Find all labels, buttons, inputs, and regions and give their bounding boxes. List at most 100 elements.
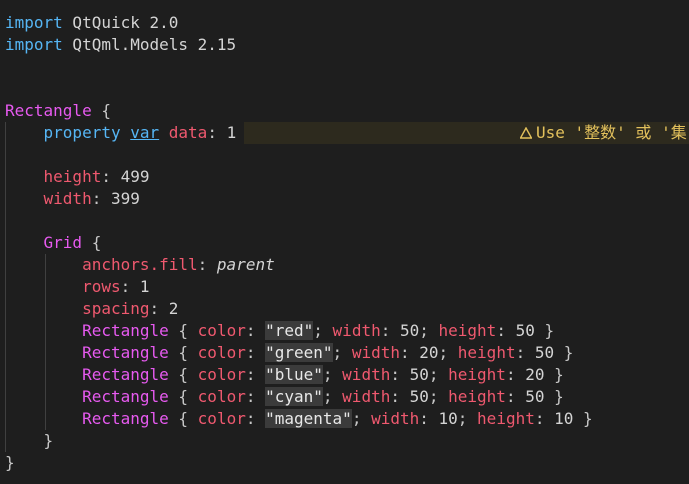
token: "magenta" <box>265 409 352 428</box>
token: : <box>380 321 400 340</box>
code-line[interactable]: Rectangle { color: "blue"; width: 50; he… <box>0 364 689 386</box>
token: } <box>544 365 564 384</box>
code-line[interactable]: Rectangle { color: "magenta"; width: 10;… <box>0 408 689 430</box>
token: height <box>438 321 497 340</box>
token: 50 <box>409 365 429 384</box>
token: color <box>197 343 246 362</box>
code-line[interactable]: } <box>0 430 689 452</box>
token: 1 <box>226 123 237 142</box>
code-line[interactable] <box>0 210 689 232</box>
token: width <box>371 409 420 428</box>
code-text: Rectangle { color: "magenta"; width: 10;… <box>5 408 593 430</box>
token: property <box>43 123 121 142</box>
token: { <box>91 101 111 120</box>
code-line[interactable] <box>0 78 689 100</box>
token: } <box>554 343 574 362</box>
token: color <box>197 365 246 384</box>
code-line[interactable]: width: 399 <box>0 188 689 210</box>
code-text: Rectangle { <box>5 100 111 122</box>
token: width <box>342 365 391 384</box>
token: : <box>120 277 140 296</box>
token: import <box>5 13 63 32</box>
token: height <box>477 409 535 428</box>
token: Rectangle <box>82 365 169 384</box>
token: height <box>448 387 506 406</box>
token: 50 <box>534 343 555 362</box>
token: : <box>505 387 526 406</box>
code-line[interactable]: import QtQml.Models 2.15 <box>0 34 689 56</box>
token: 50 <box>409 387 429 406</box>
code-line[interactable]: Rectangle { color: "cyan"; width: 50; he… <box>0 386 689 408</box>
token: ; <box>428 387 449 406</box>
token: height <box>457 343 516 362</box>
token: Grid <box>43 233 83 252</box>
token: { <box>168 365 198 384</box>
token: : <box>91 189 111 208</box>
code-line[interactable] <box>0 56 689 78</box>
inline-warning[interactable]: Use '整数' 或 '集 <box>520 122 687 144</box>
token: QtQuick 2.0 <box>62 13 179 32</box>
token: } <box>534 321 555 340</box>
token: 10 <box>554 409 574 428</box>
token: 10 <box>438 409 458 428</box>
token: width <box>342 387 391 406</box>
token: { <box>168 343 198 362</box>
code-text: anchors.fill: parent <box>5 254 275 276</box>
indent-guide <box>5 144 6 166</box>
token: data <box>168 123 208 142</box>
code-line[interactable]: property var data: 1 Use '整数' 或 '集 <box>0 122 689 144</box>
code-line[interactable]: height: 499 <box>0 166 689 188</box>
code-line[interactable]: Rectangle { <box>0 100 689 122</box>
code-line[interactable]: } <box>0 452 689 474</box>
token: 499 <box>120 167 150 186</box>
token: color <box>197 387 246 406</box>
code-line[interactable]: Grid { <box>0 232 689 254</box>
code-line[interactable]: anchors.fill: parent <box>0 254 689 276</box>
code-line[interactable]: import QtQuick 2.0 <box>0 12 689 34</box>
token: { <box>168 321 198 340</box>
token: : <box>515 343 535 362</box>
token: : <box>496 321 516 340</box>
token: width <box>43 189 92 208</box>
token: : <box>245 343 266 362</box>
token: 399 <box>110 189 140 208</box>
token: : <box>245 321 266 340</box>
warning-message: Use '整数' 或 '集 <box>536 123 687 142</box>
token: : <box>197 255 217 274</box>
token: QtQml.Models 2.15 <box>62 35 237 54</box>
code-text: rows: 1 <box>5 276 149 298</box>
code-text: Rectangle { color: "red"; width: 50; hei… <box>5 320 554 342</box>
token: : <box>399 343 420 362</box>
code-line[interactable] <box>0 144 689 166</box>
code-editor[interactable]: import QtQuick 2.0 import QtQml.Models 2.… <box>0 0 689 484</box>
token: : <box>419 409 439 428</box>
token: } <box>43 431 54 450</box>
token: import <box>5 35 63 54</box>
token: : <box>390 365 410 384</box>
token: : <box>149 299 169 318</box>
code-line[interactable]: rows: 1 <box>0 276 689 298</box>
code-line[interactable]: spacing: 2 <box>0 298 689 320</box>
token: } <box>544 387 564 406</box>
token: 50 <box>515 321 535 340</box>
code-text: property var data: 1 <box>5 122 237 144</box>
token: color <box>197 409 246 428</box>
token: : <box>207 123 227 142</box>
token: { <box>168 409 198 428</box>
token: color <box>197 321 246 340</box>
token: 50 <box>525 387 545 406</box>
warning-icon <box>520 127 532 139</box>
token: } <box>573 409 593 428</box>
code-line[interactable]: Rectangle { color: "red"; width: 50; hei… <box>0 320 689 342</box>
code-text: width: 399 <box>5 188 140 210</box>
token: : <box>390 387 410 406</box>
code-text: Grid { <box>5 232 102 254</box>
code-line[interactable]: Rectangle { color: "green"; width: 20; h… <box>0 342 689 364</box>
token: height <box>448 365 506 384</box>
